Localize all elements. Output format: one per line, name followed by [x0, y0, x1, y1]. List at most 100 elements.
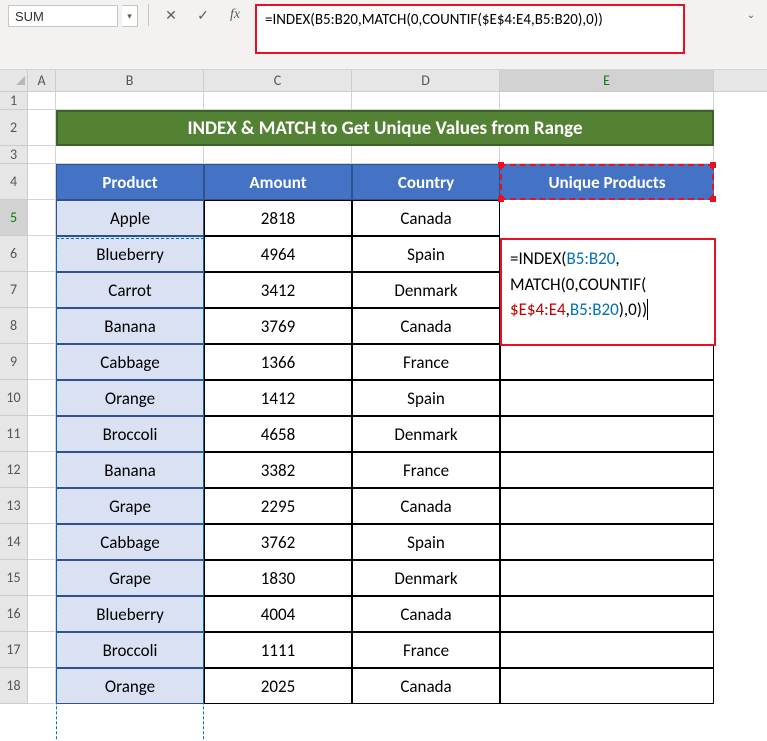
cell-product[interactable]: Banana	[56, 308, 204, 344]
cell-product[interactable]: Apple	[56, 200, 204, 236]
cell-unique[interactable]	[500, 380, 714, 416]
row-header[interactable]: 4	[0, 164, 28, 200]
cell[interactable]	[28, 560, 56, 596]
row-header[interactable]: 15	[0, 560, 28, 596]
cell[interactable]	[28, 416, 56, 452]
header-product[interactable]: Product	[56, 164, 204, 200]
cell-unique[interactable]	[500, 344, 714, 380]
cell-amount[interactable]: 1111	[204, 632, 352, 668]
header-amount[interactable]: Amount	[204, 164, 352, 200]
cell-product[interactable]: Orange	[56, 668, 204, 704]
cell-amount[interactable]: 4964	[204, 236, 352, 272]
insert-function-button[interactable]: fx	[223, 4, 247, 26]
cell-amount[interactable]: 3412	[204, 272, 352, 308]
cell-amount[interactable]: 2025	[204, 668, 352, 704]
cell-amount[interactable]: 4004	[204, 596, 352, 632]
cell-amount[interactable]: 3762	[204, 524, 352, 560]
cell-unique[interactable]	[500, 416, 714, 452]
title-cell[interactable]: INDEX & MATCH to Get Unique Values from …	[56, 110, 714, 146]
cell-amount[interactable]: 3769	[204, 308, 352, 344]
row-header[interactable]: 12	[0, 452, 28, 488]
cell-country[interactable]: Canada	[352, 668, 500, 704]
cell[interactable]	[28, 524, 56, 560]
cell-country[interactable]: Canada	[352, 488, 500, 524]
cell[interactable]	[500, 92, 714, 110]
cell[interactable]	[352, 146, 500, 164]
cell[interactable]	[56, 146, 204, 164]
row-header[interactable]: 8	[0, 308, 28, 344]
cell[interactable]	[28, 146, 56, 164]
cell-amount[interactable]: 3382	[204, 452, 352, 488]
cell[interactable]	[28, 380, 56, 416]
cell-amount[interactable]: 2818	[204, 200, 352, 236]
row-header[interactable]: 17	[0, 632, 28, 668]
cell-country[interactable]: France	[352, 452, 500, 488]
cell-unique[interactable]	[500, 668, 714, 704]
cell[interactable]	[28, 668, 56, 704]
cell-product[interactable]: Grape	[56, 488, 204, 524]
cell-country[interactable]: France	[352, 344, 500, 380]
cell-country[interactable]: Denmark	[352, 560, 500, 596]
col-header-b[interactable]: B	[56, 70, 204, 91]
cell[interactable]	[28, 110, 56, 146]
active-cell-e5-formula[interactable]: =INDEX(B5:B20, MATCH(0,COUNTIF( $E$4:E4,…	[500, 238, 716, 346]
col-header-d[interactable]: D	[352, 70, 500, 91]
cell-product[interactable]: Cabbage	[56, 344, 204, 380]
cell[interactable]	[28, 236, 56, 272]
row-header[interactable]: 3	[0, 146, 28, 164]
col-header-e[interactable]: E	[500, 70, 714, 91]
cell[interactable]	[352, 92, 500, 110]
cell-unique[interactable]	[500, 632, 714, 668]
cell[interactable]	[500, 146, 714, 164]
row-header[interactable]: 9	[0, 344, 28, 380]
cell-product[interactable]: Banana	[56, 452, 204, 488]
cell-amount[interactable]: 2295	[204, 488, 352, 524]
cell-country[interactable]: France	[352, 632, 500, 668]
row-header[interactable]: 11	[0, 416, 28, 452]
cell-amount[interactable]: 1412	[204, 380, 352, 416]
cell-country[interactable]: Spain	[352, 380, 500, 416]
col-header-a[interactable]: A	[28, 70, 56, 91]
row-header[interactable]: 7	[0, 272, 28, 308]
cell[interactable]	[28, 92, 56, 110]
cell-country[interactable]: Spain	[352, 236, 500, 272]
cell[interactable]	[204, 92, 352, 110]
cell[interactable]	[56, 92, 204, 110]
cell-product[interactable]: Orange	[56, 380, 204, 416]
row-header[interactable]: 2	[0, 110, 28, 146]
header-unique-products[interactable]: Unique Products	[500, 164, 714, 200]
cell[interactable]	[28, 164, 56, 200]
name-box[interactable]	[8, 5, 118, 27]
cell-unique[interactable]	[500, 488, 714, 524]
cell-unique[interactable]	[500, 452, 714, 488]
cell-country[interactable]: Canada	[352, 200, 500, 236]
cell-product[interactable]: Carrot	[56, 272, 204, 308]
cell-product[interactable]: Blueberry	[56, 236, 204, 272]
expand-formula-bar-button[interactable]: ⌄	[743, 6, 759, 22]
formula-bar-input[interactable]: =INDEX(B5:B20,MATCH(0,COUNTIF($E$4:E4,B5…	[255, 4, 685, 54]
cell-amount[interactable]: 1366	[204, 344, 352, 380]
select-all-corner[interactable]	[0, 70, 28, 92]
cell-unique[interactable]	[500, 560, 714, 596]
row-header[interactable]: 5	[0, 200, 28, 236]
row-header[interactable]: 13	[0, 488, 28, 524]
cell-amount[interactable]: 4658	[204, 416, 352, 452]
cell[interactable]	[28, 308, 56, 344]
row-header[interactable]: 6	[0, 236, 28, 272]
row-header[interactable]: 14	[0, 524, 28, 560]
cell-product[interactable]: Blueberry	[56, 596, 204, 632]
cell-amount[interactable]: 1830	[204, 560, 352, 596]
cell-country[interactable]: Denmark	[352, 416, 500, 452]
cell[interactable]	[28, 632, 56, 668]
name-box-dropdown[interactable]: ▾	[122, 5, 138, 27]
cell[interactable]	[28, 200, 56, 236]
cell[interactable]	[28, 272, 56, 308]
cell-country[interactable]: Spain	[352, 524, 500, 560]
col-header-c[interactable]: C	[204, 70, 352, 91]
cell-product[interactable]: Grape	[56, 560, 204, 596]
row-header[interactable]: 16	[0, 596, 28, 632]
row-header[interactable]: 1	[0, 92, 28, 110]
cancel-formula-button[interactable]: ✕	[159, 4, 183, 26]
cell-unique[interactable]	[500, 524, 714, 560]
row-header[interactable]: 10	[0, 380, 28, 416]
